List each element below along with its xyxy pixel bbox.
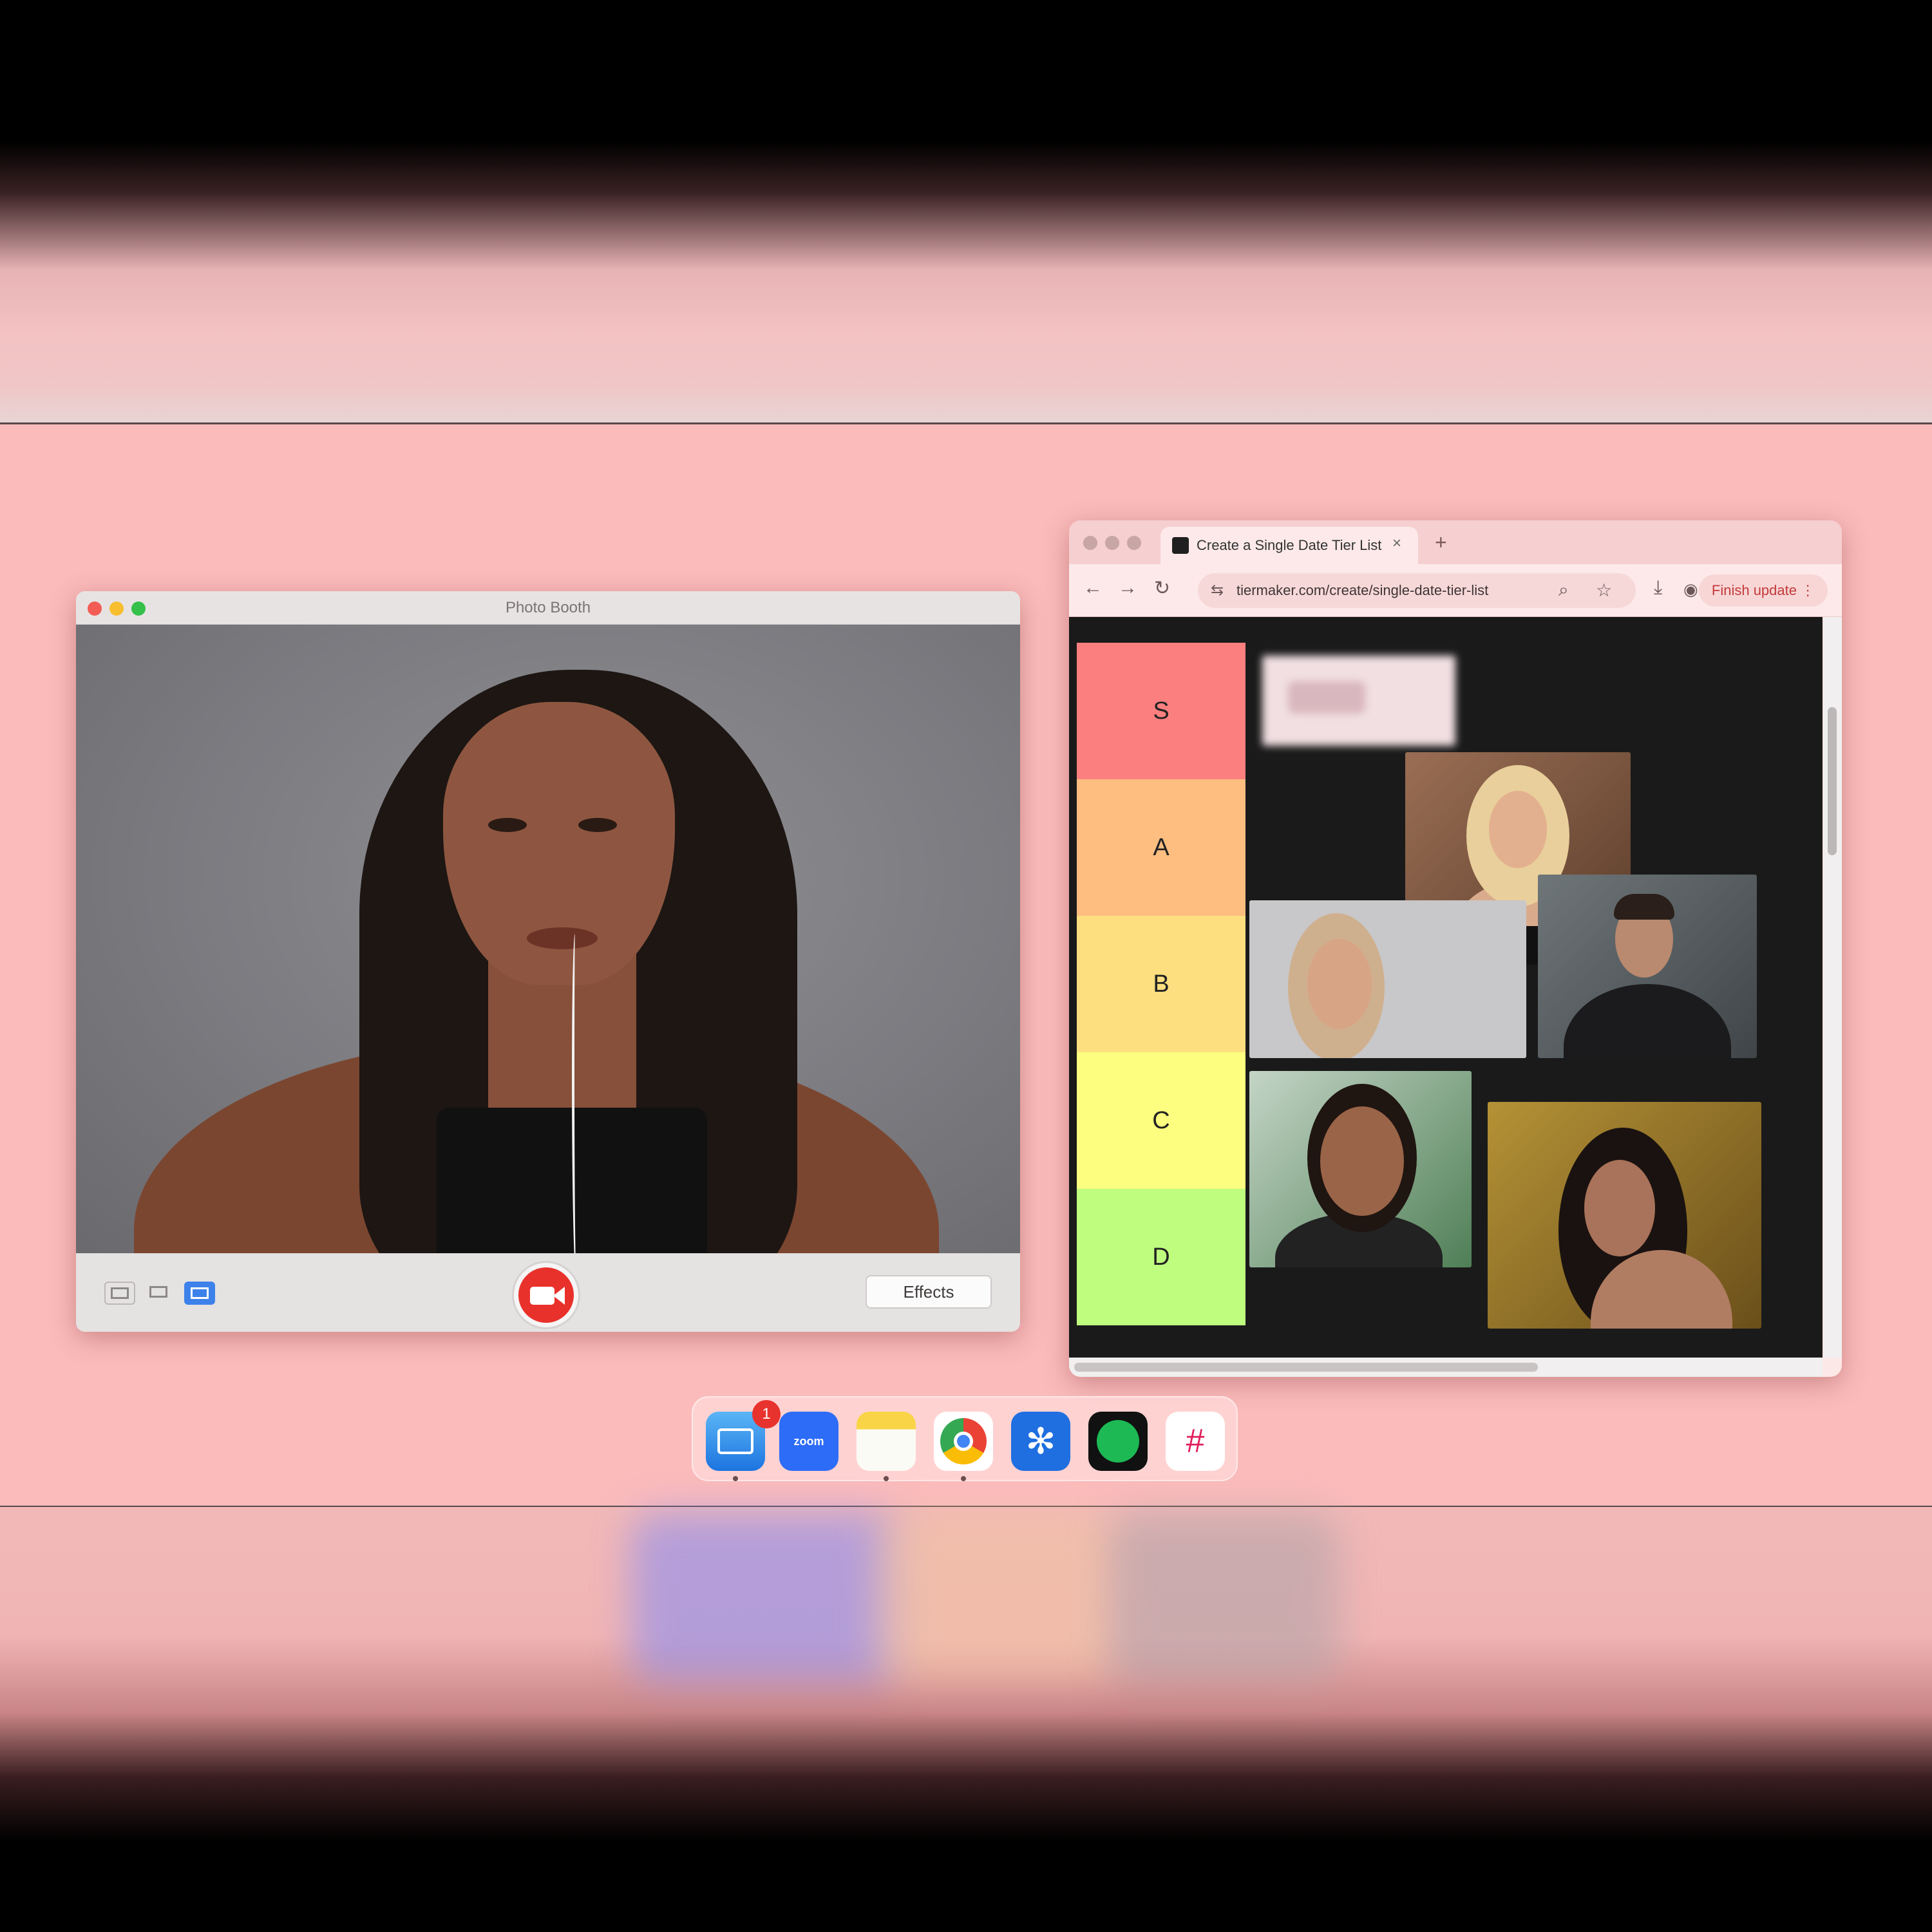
letterbox-top [0,0,1932,424]
bookmark-star-icon[interactable]: ☆ [1596,580,1612,601]
new-tab-button[interactable]: + [1435,531,1447,554]
vertical-scrollbar-thumb[interactable] [1828,707,1837,855]
minimize-window-button[interactable] [1105,536,1119,550]
chrome-center [954,1432,973,1451]
tier-label-d[interactable]: D [1077,1189,1245,1325]
tier-label-a[interactable]: A [1077,779,1245,916]
tier-card-man-braids[interactable] [1249,1071,1472,1267]
person-eye-left [488,818,527,832]
zoom-icon-label: zoom [793,1434,824,1448]
zoom-icon[interactable]: zoom [779,1412,838,1471]
tab-title: Create a Single Date Tier List [1197,537,1382,553]
update-button[interactable]: Finish update ⋮ [1699,574,1828,607]
person-lips [527,927,598,949]
reload-icon[interactable]: ↻ [1154,577,1170,600]
avatar-body [1564,984,1731,1058]
avatar-hair [1614,894,1674,920]
reflection-blur [876,1513,1121,1681]
site-info-icon[interactable]: ⇆ [1211,581,1224,600]
tier-row-a: A [1077,779,1245,916]
tier-row-b: B [1077,916,1245,1052]
close-window-button[interactable] [1083,536,1097,550]
browser-window: Create a Single Date Tier List × + ← → ↻… [1069,520,1842,1377]
blurred-graphic [1288,681,1365,714]
tier-list-board: S A B C D [1069,617,1823,1358]
person-eye-right [578,818,617,832]
grid-view-icon [111,1287,129,1299]
horizontal-scrollbar-thumb[interactable] [1074,1363,1538,1372]
record-button[interactable] [514,1263,578,1327]
notes-icon[interactable] [857,1412,916,1471]
spotify-icon[interactable] [1088,1412,1148,1471]
profile-icon[interactable]: ◉ [1683,580,1698,600]
envelope-shape [717,1428,753,1454]
dock: 1 zoom ✻ # [692,1396,1238,1481]
chrome-icon[interactable] [934,1412,993,1471]
tier-card-blurred[interactable] [1262,656,1455,746]
tier-card-woman-profile[interactable] [1249,900,1526,1058]
avatar-face [1584,1160,1655,1256]
running-indicator [884,1476,889,1481]
photo-booth-toolbar: Effects [76,1253,1020,1332]
single-view-icon [149,1286,167,1298]
tiermaker-favicon-icon [1172,537,1189,554]
window-title: Photo Booth [505,599,591,616]
avatar-face [1489,791,1547,868]
address-bar[interactable]: ⇆ tiermaker.com/create/single-date-tier-… [1198,573,1636,608]
tier-row-c: C [1077,1052,1245,1189]
tab-close-icon[interactable]: × [1392,535,1401,553]
strip-view-icon [191,1287,209,1299]
slack-icon[interactable]: # [1166,1412,1225,1471]
spotify-circle [1097,1420,1139,1463]
reflection-blur [631,1513,902,1681]
forward-icon[interactable]: → [1118,577,1137,599]
browser-toolbar: ← → ↻ ⇆ tiermaker.com/create/single-date… [1069,564,1842,617]
url-text: tiermaker.com/create/single-date-tier-li… [1236,582,1489,598]
avatar-face [1320,1106,1404,1216]
camera-preview [76,625,1020,1253]
tier-row-d: D [1077,1189,1245,1325]
browser-tabstrip: Create a Single Date Tier List × + [1069,520,1842,564]
tier-label-s[interactable]: S [1077,643,1245,779]
running-indicator [733,1476,738,1481]
single-view-button[interactable] [144,1282,175,1305]
update-label: Finish update [1711,582,1797,598]
video-camera-lens-icon [553,1287,565,1305]
zoom-lens-icon[interactable]: ⌕ [1558,580,1569,601]
settings-icon[interactable]: ✻ [1011,1412,1070,1471]
tier-label-c[interactable]: C [1077,1052,1245,1189]
tier-label-b[interactable]: B [1077,916,1245,1052]
tier-card-woman-car[interactable] [1488,1102,1761,1329]
zoom-window-button[interactable] [1127,536,1141,550]
photo-booth-titlebar[interactable]: Photo Booth [76,591,1020,625]
video-camera-icon [530,1287,554,1305]
download-icon[interactable]: ⤓ [1654,577,1662,599]
avatar-face [1307,939,1372,1029]
mail-badge: 1 [752,1400,781,1428]
browser-menu-icon[interactable]: ⋮ [1801,582,1815,598]
photo-booth-window: Photo Booth Effects [76,591,1020,1332]
running-indicator [961,1476,966,1481]
earphone-wire [572,934,580,1253]
chrome-ring [940,1418,987,1464]
tier-row-s: S [1077,643,1245,779]
browser-tab[interactable]: Create a Single Date Tier List × [1160,527,1418,564]
reflection-blur [1108,1513,1340,1681]
strip-view-button[interactable] [184,1282,215,1305]
back-icon[interactable]: ← [1083,577,1103,599]
grid-view-button[interactable] [104,1282,135,1305]
effects-button[interactable]: Effects [866,1275,992,1309]
tier-card-bearded-man[interactable] [1538,875,1757,1058]
